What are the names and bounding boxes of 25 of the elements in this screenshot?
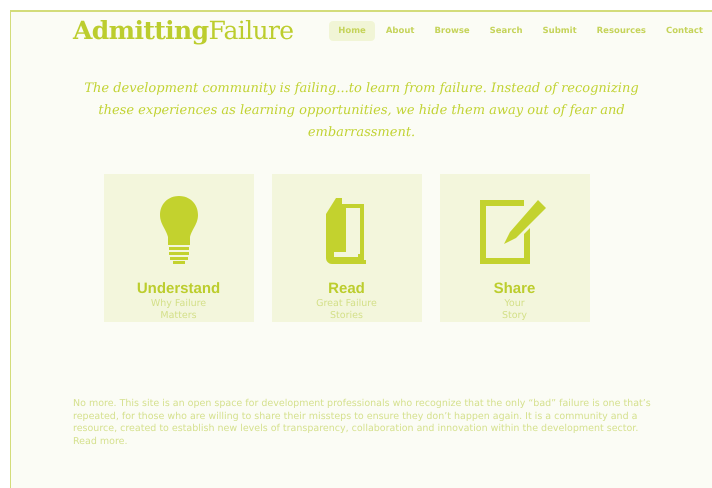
read-more-link[interactable]: Read more. [73, 436, 128, 446]
nav-link[interactable]: About [376, 20, 424, 42]
card-subtitle: Story [502, 310, 528, 322]
card-subtitle: Matters [160, 310, 197, 322]
site-logo[interactable]: AdmittingFailure [73, 12, 328, 50]
intro-paragraph: No more. This site is an open space for development professionals who recognize that the only “bad” failure is one that’s repeated, for those who are willing to share their missteps to ensure they don’t happen again. It is a community and a resource, created to establish new levels of transparency, collaboration and innovation within the development sector. Read more. [73, 398, 652, 448]
nav-link[interactable]: Submit [534, 20, 586, 42]
light-bulb-icon [160, 196, 198, 264]
card-title: Understand [136, 280, 220, 298]
nav-link[interactable]: Browse [425, 20, 479, 42]
feature-card[interactable]: Share Your Story [440, 174, 590, 322]
card-title: Share [494, 280, 536, 298]
book-icon [326, 198, 368, 264]
card-title: Read [328, 280, 365, 298]
card-subtitle: Great Failure [316, 298, 377, 310]
nav-link[interactable]: Contact [656, 20, 712, 42]
nav-link[interactable]: Resources [588, 20, 655, 42]
card-subtitle: Stories [330, 310, 363, 322]
nav-link[interactable]: Home [329, 20, 375, 42]
tagline: The development community is failing...to learn from failure. Instead of recognizing these experiences as learning opportunities, we hide them away out of fear and embarrassment. [83, 80, 640, 142]
card-subtitle: Why Failure [150, 298, 206, 310]
feature-card[interactable]: Read Great Failure Stories [272, 174, 422, 322]
nav-link[interactable]: Search [480, 20, 532, 42]
card-subtitle: Your [504, 298, 525, 310]
feature-card[interactable]: Understand Why Failure Matters [104, 174, 254, 322]
